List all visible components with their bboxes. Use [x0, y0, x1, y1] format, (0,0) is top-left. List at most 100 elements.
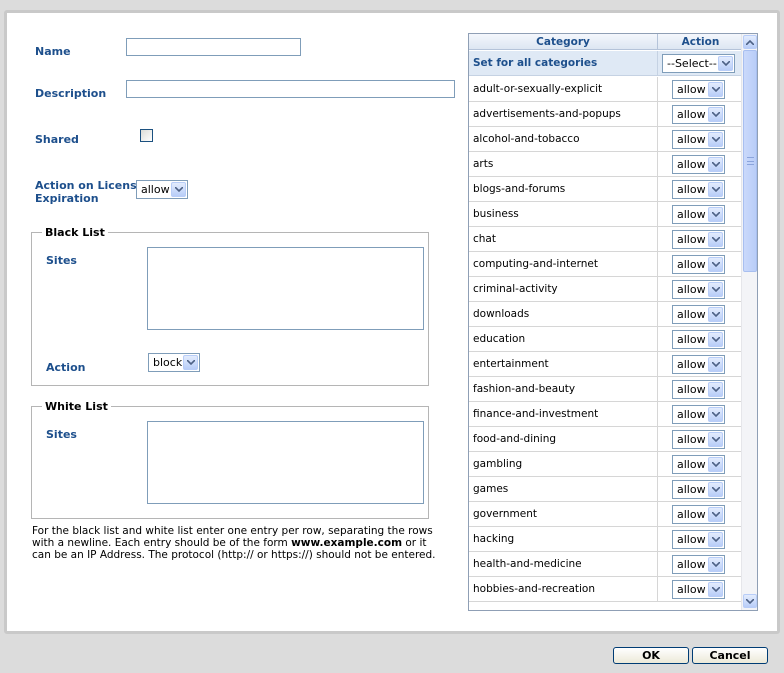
black-list-title: Black List	[45, 226, 105, 239]
category-action-select[interactable]: allow	[672, 530, 725, 549]
category-name: finance-and-investment	[469, 402, 658, 426]
description-input[interactable]	[126, 80, 455, 98]
chevron-down-icon[interactable]	[708, 157, 723, 172]
category-action-select[interactable]: allow	[672, 205, 725, 224]
category-action-select[interactable]: allow	[672, 330, 725, 349]
chevron-down-icon[interactable]	[708, 282, 723, 297]
category-action-value: allow	[677, 283, 706, 296]
category-action-cell: allow	[658, 377, 743, 401]
category-row: computing-and-internet allow	[469, 252, 743, 277]
category-name: business	[469, 202, 658, 226]
category-action-select[interactable]: allow	[672, 305, 725, 324]
black-list-sites-textarea[interactable]	[147, 247, 424, 330]
category-action-select[interactable]: allow	[672, 180, 725, 199]
category-action-value: allow	[677, 508, 706, 521]
category-action-cell: allow	[658, 352, 743, 376]
cancel-button[interactable]: Cancel	[692, 647, 768, 664]
category-action-select[interactable]: allow	[672, 105, 725, 124]
category-action-select[interactable]: allow	[672, 380, 725, 399]
category-action-value: allow	[677, 408, 706, 421]
category-action-cell: allow	[658, 252, 743, 276]
category-action-select[interactable]: allow	[672, 455, 725, 474]
chevron-down-icon[interactable]	[708, 207, 723, 222]
category-action-cell: allow	[658, 527, 743, 551]
set-all-value: --Select--	[667, 57, 717, 70]
category-action-cell: allow	[658, 477, 743, 501]
set-all-select[interactable]: --Select--	[662, 54, 735, 73]
category-action-cell: allow	[658, 77, 743, 101]
category-action-select[interactable]: allow	[672, 255, 725, 274]
black-list-action-select[interactable]: block	[148, 353, 200, 372]
chevron-down-icon[interactable]	[708, 82, 723, 97]
set-all-label: Set for all categories	[469, 51, 658, 75]
chevron-down-icon[interactable]	[708, 507, 723, 522]
category-action-select[interactable]: allow	[672, 580, 725, 599]
category-action-select[interactable]: allow	[672, 555, 725, 574]
chevron-down-icon[interactable]	[708, 407, 723, 422]
category-name: chat	[469, 227, 658, 251]
shared-checkbox[interactable]	[140, 129, 153, 142]
chevron-down-icon[interactable]	[708, 107, 723, 122]
chevron-down-icon[interactable]	[708, 557, 723, 572]
category-action-cell: allow	[658, 327, 743, 351]
category-action-select[interactable]: allow	[672, 280, 725, 299]
category-action-select[interactable]: allow	[672, 405, 725, 424]
license-label: Action on License Expiration	[35, 179, 144, 205]
category-action-select[interactable]: allow	[672, 480, 725, 499]
action-column-header[interactable]: Action	[658, 34, 743, 49]
chevron-down-icon[interactable]	[708, 457, 723, 472]
category-action-select[interactable]: allow	[672, 155, 725, 174]
chevron-down-icon[interactable]	[708, 582, 723, 597]
chevron-down-icon[interactable]	[708, 307, 723, 322]
category-row: alcohol-and-tobacco allow	[469, 127, 743, 152]
chevron-down-icon[interactable]	[708, 182, 723, 197]
white-list-sites-label: Sites	[46, 428, 77, 441]
category-name: gambling	[469, 452, 658, 476]
category-action-select[interactable]: allow	[672, 355, 725, 374]
chevron-down-icon[interactable]	[718, 56, 733, 71]
scroll-up-button[interactable]	[743, 35, 757, 49]
chevron-down-icon[interactable]	[708, 357, 723, 372]
category-row: downloads allow	[469, 302, 743, 327]
chevron-down-icon[interactable]	[171, 182, 186, 197]
chevron-down-icon[interactable]	[708, 432, 723, 447]
category-row: business allow	[469, 202, 743, 227]
category-name: blogs-and-forums	[469, 177, 658, 201]
category-action-cell: allow	[658, 277, 743, 301]
category-action-select[interactable]: allow	[672, 80, 725, 99]
category-action-value: allow	[677, 158, 706, 171]
chevron-up-icon	[746, 39, 754, 45]
category-action-value: allow	[677, 358, 706, 371]
chevron-down-icon[interactable]	[183, 355, 198, 370]
category-action-value: allow	[677, 308, 706, 321]
category-action-select[interactable]: allow	[672, 230, 725, 249]
category-action-value: allow	[677, 108, 706, 121]
chevron-down-icon[interactable]	[708, 232, 723, 247]
category-row: advertisements-and-popups allow	[469, 102, 743, 127]
category-action-select[interactable]: allow	[672, 505, 725, 524]
category-name: computing-and-internet	[469, 252, 658, 276]
category-name: hacking	[469, 527, 658, 551]
chevron-down-icon[interactable]	[708, 257, 723, 272]
chevron-down-icon[interactable]	[708, 382, 723, 397]
vertical-scrollbar[interactable]	[741, 34, 757, 610]
shared-label: Shared	[35, 133, 79, 146]
chevron-down-icon[interactable]	[708, 482, 723, 497]
chevron-down-icon[interactable]	[708, 332, 723, 347]
scroll-thumb[interactable]	[743, 50, 757, 272]
category-action-cell: allow	[658, 202, 743, 226]
chevron-down-icon[interactable]	[708, 132, 723, 147]
category-column-header[interactable]: Category	[469, 34, 658, 49]
category-action-select[interactable]: allow	[672, 430, 725, 449]
category-action-cell: allow	[658, 177, 743, 201]
scroll-down-button[interactable]	[743, 594, 757, 608]
ok-button[interactable]: OK	[613, 647, 689, 664]
license-action-value: allow	[141, 183, 170, 196]
black-list-action-value: block	[153, 356, 183, 369]
category-action-cell: allow	[658, 227, 743, 251]
name-input[interactable]	[126, 38, 301, 56]
chevron-down-icon[interactable]	[708, 532, 723, 547]
white-list-sites-textarea[interactable]	[147, 421, 424, 504]
license-action-select[interactable]: allow	[136, 180, 188, 199]
category-action-select[interactable]: allow	[672, 130, 725, 149]
